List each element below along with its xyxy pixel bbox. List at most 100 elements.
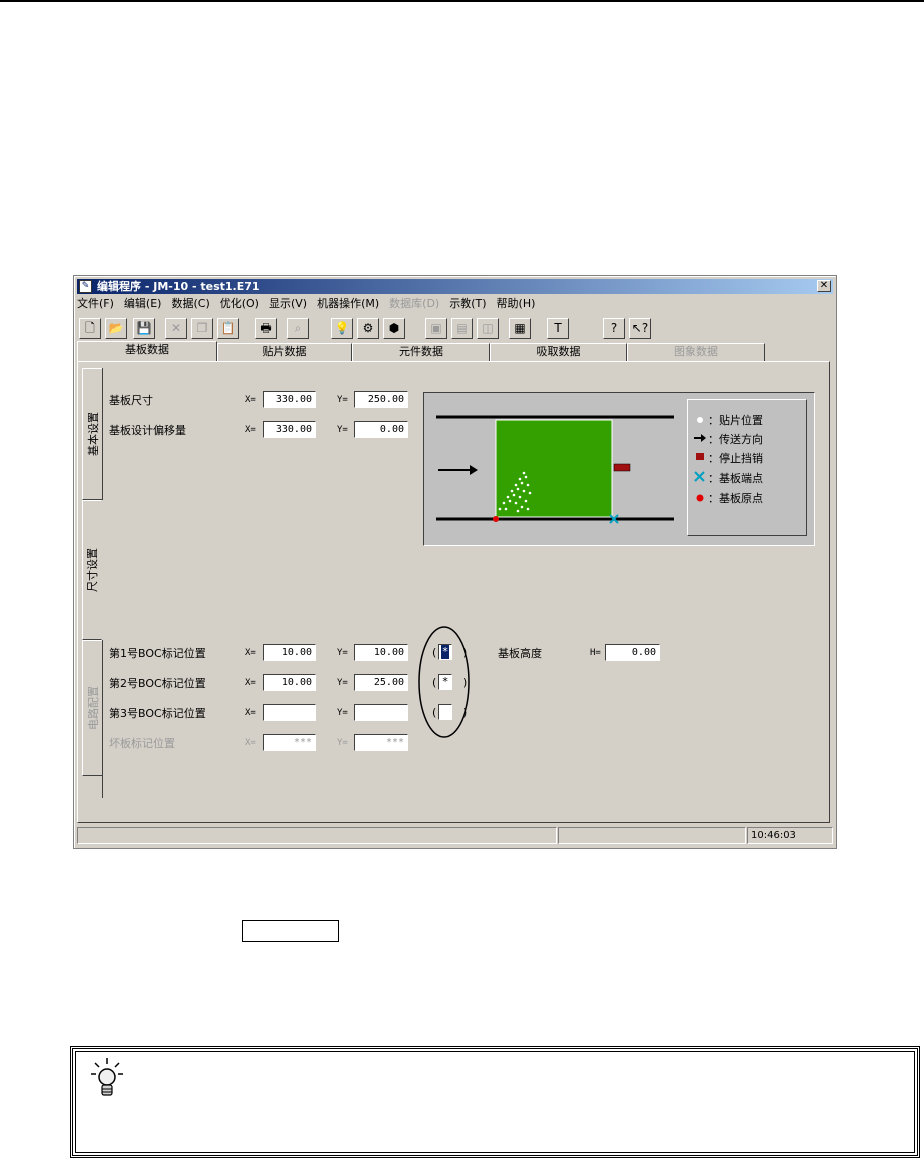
conveyor-arrow-icon <box>470 465 478 475</box>
menu-item[interactable]: 优化(O) <box>220 296 259 312</box>
menu-item[interactable]: 数据(C) <box>171 296 209 312</box>
print-icon[interactable]: 🖶 <box>255 318 277 339</box>
transfer-direction-icon <box>701 434 706 442</box>
stopper-legend-icon <box>696 453 704 460</box>
legend-item: ：传送方向 <box>708 433 763 446</box>
board-offset-label: 基板设计偏移量 <box>109 424 186 437</box>
cut-icon[interactable]: ✕ <box>165 318 187 339</box>
machine-icon[interactable]: ▣ <box>425 318 447 339</box>
window-title: 编辑程序 - JM-10 - test1.E71 <box>97 280 260 293</box>
endpoint-legend-icon <box>694 471 705 482</box>
panel-divider <box>102 640 103 798</box>
mark1-x-field[interactable]: 10.00 <box>263 644 316 661</box>
menu-item[interactable]: 机器操作(M) <box>317 296 379 312</box>
board-origin-icon <box>493 516 499 522</box>
close-icon[interactable]: ✕ <box>817 280 831 292</box>
tab-pickup-data[interactable]: 吸取数据 <box>490 343 627 361</box>
panel-divider <box>102 368 103 500</box>
menu-item[interactable]: 显示(V) <box>269 296 307 312</box>
status-clock: 10:46:03 <box>747 827 833 844</box>
mark3-label: 第3号BOC标记位置 <box>109 707 206 720</box>
help-icon[interactable]: ? <box>603 318 625 339</box>
lightbulb-icon <box>91 1058 123 1096</box>
board-size-x-field[interactable]: 330.00 <box>263 391 316 408</box>
menu-item[interactable]: 示教(T) <box>449 296 486 312</box>
status-pane <box>558 827 746 844</box>
text-icon[interactable]: T <box>547 318 569 339</box>
board-offset-y-field[interactable]: 0.00 <box>354 421 408 438</box>
new-file-icon[interactable]: 🗋 <box>79 318 101 339</box>
menu-item[interactable]: 文件(F) <box>77 296 114 312</box>
legend-item: ：停止挡销 <box>708 452 763 465</box>
tab-image-data: 图象数据 <box>627 343 765 361</box>
mark1-x-label: X= <box>245 648 256 658</box>
paste-icon[interactable]: 📋 <box>217 318 239 339</box>
legend-item: ：基板端点 <box>708 472 763 485</box>
mark2-y-field[interactable]: 25.00 <box>354 674 408 691</box>
open-folder-icon[interactable]: 📂 <box>105 318 127 339</box>
top-tabs: 基板数据 贴片数据 元件数据 吸取数据 图象数据 <box>77 341 833 361</box>
legend-item: ：贴片位置 <box>708 414 763 427</box>
optimize-icon[interactable]: ⚙ <box>357 318 379 339</box>
context-help-icon[interactable]: ↖? <box>629 318 651 339</box>
editor-window: ✎ 编辑程序 - JM-10 - test1.E71 ✕ 文件(F) 编辑(E) 数… <box>73 275 837 849</box>
side-tab-circuit-config: 电路配置 <box>82 640 102 776</box>
mark3-y-field[interactable] <box>354 704 408 721</box>
mark1-y-field[interactable]: 10.00 <box>354 644 408 661</box>
board-size-y-field[interactable]: 250.00 <box>354 391 408 408</box>
board-size-label: 基板尺寸 <box>109 394 153 407</box>
bad-mark-label: 坏板标记位置 <box>109 737 175 750</box>
menu-item: 数据库(D) <box>389 297 440 310</box>
mark2-y-label: Y= <box>337 678 348 688</box>
page-top-rule <box>0 0 924 2</box>
side-tab-label: 基本设置 <box>86 412 100 456</box>
board-offset-x-label: X= <box>245 425 256 435</box>
mark2-label: 第2号BOC标记位置 <box>109 677 206 690</box>
tab-component-data[interactable]: 元件数据 <box>352 343 490 361</box>
tip-note-inner <box>75 1051 915 1153</box>
blank-box <box>242 920 339 942</box>
board-rect <box>495 419 613 518</box>
diagram-legend: ：贴片位置 ：传送方向 ：停止挡销 ：基板端点 ：基板原点 <box>687 399 807 536</box>
mark1-y-label: Y= <box>337 648 348 658</box>
status-pane <box>77 827 557 844</box>
mark3-x-field[interactable] <box>263 704 316 721</box>
board-data-panel: 基本设置 尺寸设置 电路配置 基板尺寸 X= 330.00 Y= 250.00 … <box>77 361 830 823</box>
package-icon[interactable]: ◫ <box>477 318 499 339</box>
mark3-y-label: Y= <box>337 708 348 718</box>
tab-board-data[interactable]: 基板数据 <box>77 341 217 361</box>
grid-icon[interactable]: ▦ <box>509 318 531 339</box>
binoculars-icon[interactable]: ⌕ <box>287 318 309 339</box>
board-offset-x-field[interactable]: 330.00 <box>263 421 316 438</box>
board-size-y-label: Y= <box>337 395 348 405</box>
board-height-field[interactable]: 0.00 <box>605 644 660 661</box>
mark1-label: 第1号BOC标记位置 <box>109 647 206 660</box>
bad-mark-x-label: X= <box>245 738 256 748</box>
side-tab-basic-settings[interactable]: 基本设置 <box>82 368 102 500</box>
legend-item: ：基板原点 <box>708 492 763 505</box>
mark2-x-label: X= <box>245 678 256 688</box>
mark3-x-label: X= <box>245 708 256 718</box>
board-size-x-label: X= <box>245 395 256 405</box>
title-bar[interactable]: ✎ 编辑程序 - JM-10 - test1.E71 ✕ <box>77 279 833 294</box>
menu-item[interactable]: 帮助(H) <box>497 296 536 312</box>
board-height-h-label: H= <box>590 648 601 658</box>
tab-placement-data[interactable]: 贴片数据 <box>217 343 352 361</box>
side-tab-size-settings[interactable]: 尺寸设置 <box>82 500 102 640</box>
legend-icons <box>694 417 706 502</box>
mark2-x-field[interactable]: 10.00 <box>263 674 316 691</box>
lightbulb-icon[interactable]: 💡 <box>331 318 353 339</box>
bad-mark-y-label: Y= <box>337 738 348 748</box>
feeder-icon[interactable]: ▤ <box>451 318 473 339</box>
bad-mark-x-field: *** <box>263 734 316 751</box>
side-tab-label: 电路配置 <box>86 686 100 730</box>
stopper-icon <box>613 463 631 472</box>
origin-legend-icon <box>696 494 704 502</box>
status-bar: 10:46:03 <box>77 827 833 845</box>
save-icon[interactable]: 💾 <box>133 318 155 339</box>
menu-item[interactable]: 编辑(E) <box>124 296 162 312</box>
side-tab-label: 尺寸设置 <box>86 548 99 592</box>
copy-icon[interactable]: ❐ <box>191 318 213 339</box>
menu-bar: 文件(F) 编辑(E) 数据(C) 优化(O) 显示(V) 机器操作(M) 数据库(D) 示教… <box>77 296 545 312</box>
components-icon[interactable]: ⬢ <box>383 318 405 339</box>
